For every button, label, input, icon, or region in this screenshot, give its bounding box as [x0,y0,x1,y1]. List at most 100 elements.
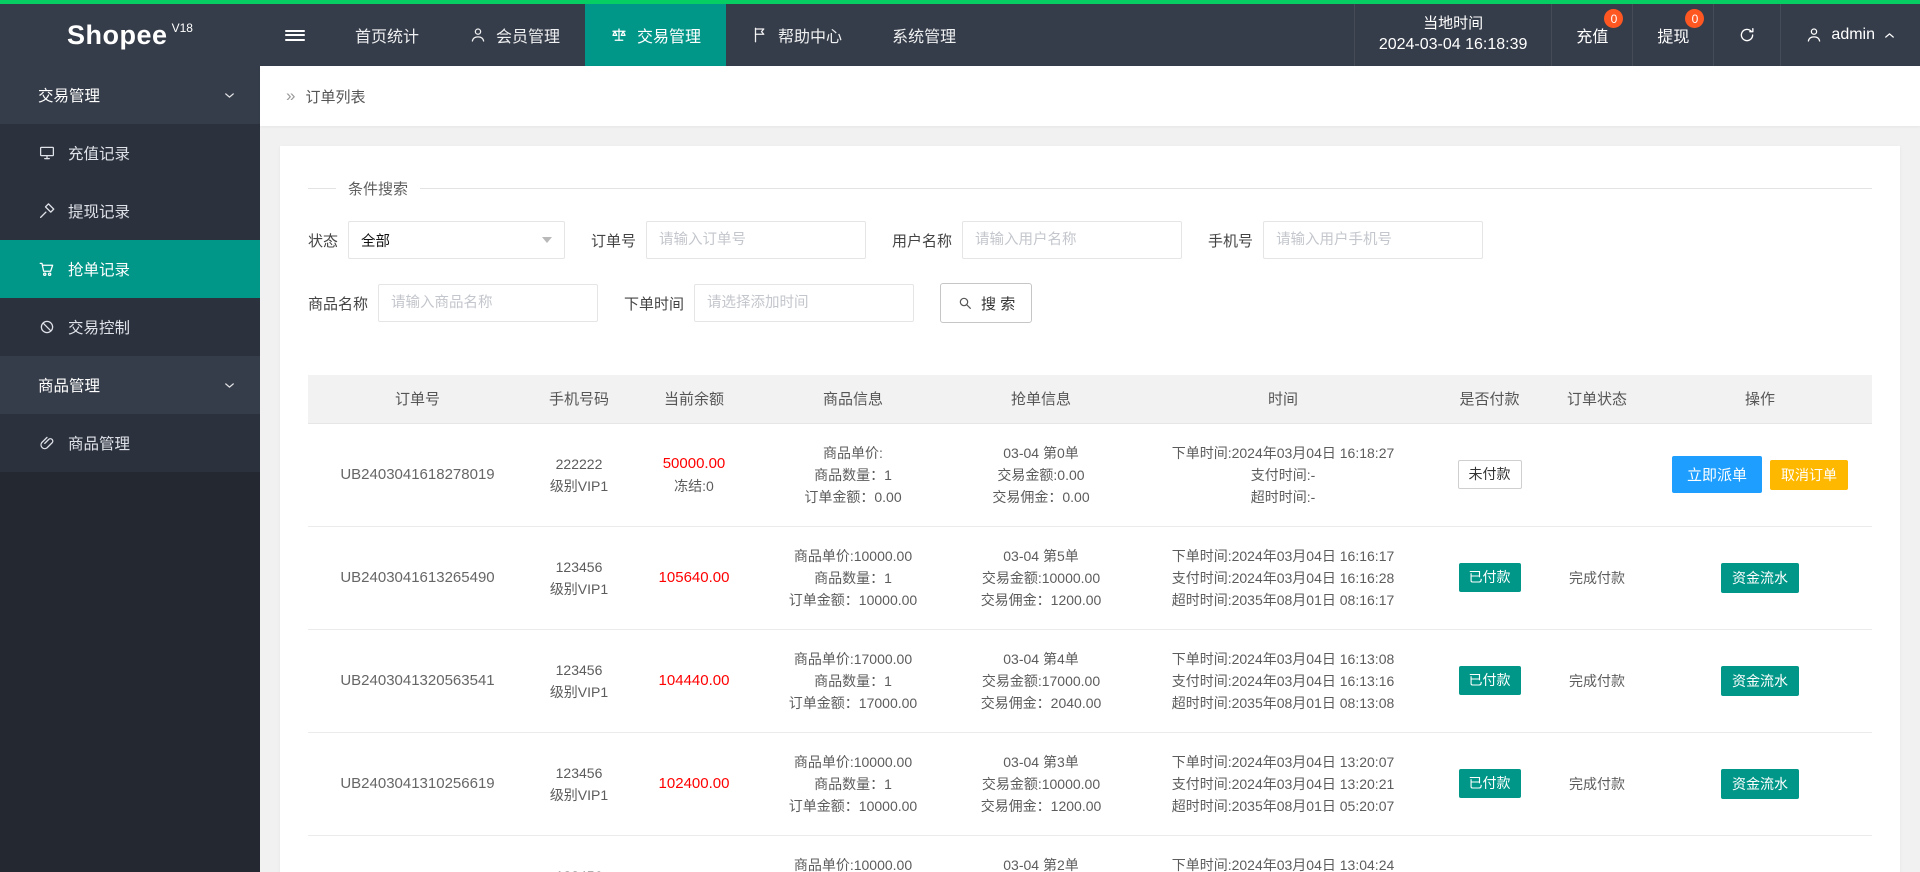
product-line: 订单金额：10000.00 [763,795,943,817]
time-line: 支付时间:- [1139,464,1427,486]
cancel-order-button[interactable]: 取消订单 [1770,460,1848,490]
page-title: 订单列表 [305,86,365,107]
product-line: 商品数量：1 [763,567,943,589]
user-name-group: 用户名称 [892,221,1182,259]
nav-item-help-center[interactable]: 帮助中心 [726,4,867,66]
chevron-down-icon [223,379,236,392]
user-icon [469,26,487,44]
sidebar: 交易管理 充值记录 提现记录 抢单记录 交易控制 商品管理 商品管理 [0,66,260,872]
orders-table: 订单号 手机号码 当前余额 商品信息 抢单信息 时间 是否付款 订单状态 操作 [308,375,1872,872]
order-no-input[interactable] [646,221,866,259]
nav-item-members[interactable]: 会员管理 [444,4,585,66]
withdraw-button[interactable]: 提现 0 [1632,4,1713,66]
product-name-input[interactable] [378,284,598,322]
menu-toggle-button[interactable] [260,4,330,66]
col-product-info: 商品信息 [757,375,949,423]
nav-item-trade[interactable]: 交易管理 [585,4,726,66]
search-button-label: 搜 索 [981,293,1015,314]
brand-logo: Shopee V18 [0,4,260,66]
time-line: 下单时间:2024年03月04日 16:18:27 [1139,442,1427,464]
grab-line: 03-04 第3单 [955,751,1127,773]
time-line: 超时时间:- [1139,486,1427,508]
time-line: 下单时间:2024年03月04日 16:16:17 [1139,545,1427,567]
product-line: 订单金额：10000.00 [763,589,943,611]
col-order-no: 订单号 [308,375,527,423]
search-button[interactable]: 搜 索 [940,283,1032,323]
sidebar-item-label: 交易控制 [68,316,130,338]
fund-flow-button[interactable]: 资金流水 [1721,563,1799,593]
table-header-row: 订单号 手机号码 当前余额 商品信息 抢单信息 时间 是否付款 订单状态 操作 [308,375,1872,423]
table-row: UB2403041320563541 123456 级别VIP1 104440.… [308,629,1872,732]
phone-group: 手机号 [1208,221,1483,259]
product-line: 商品单价:10000.00 [763,854,943,872]
phone-label: 手机号 [1208,230,1253,251]
sidebar-item-trade-control[interactable]: 交易控制 [0,298,260,356]
chevron-up-icon [1883,29,1896,42]
product-name-group: 商品名称 [308,284,598,322]
search-icon [957,295,973,311]
fund-flow-button[interactable]: 资金流水 [1721,666,1799,696]
sidebar-item-product-management[interactable]: 商品管理 [0,414,260,472]
fund-flow-button[interactable]: 资金流水 [1721,769,1799,799]
phone-number: 222222 [533,453,625,475]
recharge-button[interactable]: 充值 0 [1551,4,1632,66]
pay-status-badge: 已付款 [1459,769,1521,798]
sidebar-item-grab-records[interactable]: 抢单记录 [0,240,260,298]
chevron-down-icon [223,89,236,102]
control-icon [38,318,56,336]
username: admin [1831,26,1875,44]
phone-number: 123456 [533,556,625,578]
phone-number: 123456 [533,762,625,784]
col-order-status: 订单状态 [1546,375,1648,423]
table-row: UB2403041618278019 222222 级别VIP1 50000.0… [308,423,1872,526]
brand-name: Shopee [67,20,168,51]
nav-label: 帮助中心 [778,23,842,47]
user-level: 级别VIP1 [533,578,625,600]
sidebar-group-label: 商品管理 [38,374,100,396]
dispatch-button[interactable]: 立即派单 [1672,456,1762,493]
col-grab-info: 抢单信息 [949,375,1133,423]
sidebar-item-withdraw-records[interactable]: 提现记录 [0,182,260,240]
product-line: 订单金额：17000.00 [763,692,943,714]
row-actions: 资金流水 [1654,563,1866,593]
pay-status-badge: 已付款 [1459,666,1521,695]
status-group: 状态 全部 [308,221,565,259]
grab-line: 03-04 第5单 [955,545,1127,567]
local-time-value: 2024-03-04 16:18:39 [1379,34,1528,56]
time-line: 超时时间:2035年08月01日 08:13:08 [1139,692,1427,714]
order-status: 完成付款 [1569,570,1625,586]
time-line: 支付时间:2024年03月04日 16:13:16 [1139,670,1427,692]
order-number: UB2403041613265490 [340,569,494,586]
grab-line: 交易金额:10000.00 [955,773,1127,795]
time-line: 支付时间:2024年03月04日 16:16:28 [1139,567,1427,589]
sidebar-group-trade[interactable]: 交易管理 [0,66,260,124]
phone-number: 123456 [533,865,625,872]
nav-item-home-stats[interactable]: 首页统计 [330,4,444,66]
frozen-amount: 冻结:0 [637,475,751,497]
col-paid: 是否付款 [1433,375,1546,423]
flag-icon [751,26,769,44]
grab-line: 交易佣金：1200.00 [955,589,1127,611]
status-select[interactable]: 全部 [348,221,565,259]
nav-item-system[interactable]: 系统管理 [867,4,981,66]
pay-status-badge: 已付款 [1459,563,1521,592]
order-time-input[interactable] [694,284,914,322]
product-line: 订单金额：0.00 [763,486,943,508]
user-name-input[interactable] [962,221,1182,259]
product-line: 商品单价:10000.00 [763,751,943,773]
grab-line: 03-04 第2单 [955,854,1127,872]
sidebar-item-label: 商品管理 [68,432,130,454]
row-actions: 资金流水 [1654,666,1866,696]
user-level: 级别VIP1 [533,784,625,806]
refresh-button[interactable] [1713,4,1780,66]
pay-status-badge: 未付款 [1458,460,1522,489]
sidebar-item-recharge-records[interactable]: 充值记录 [0,124,260,182]
paperclip-icon [38,434,56,452]
grab-line: 交易佣金：1200.00 [955,795,1127,817]
user-menu[interactable]: admin [1780,4,1920,66]
search-fieldset: 条件搜索 [308,188,1872,189]
sidebar-group-products[interactable]: 商品管理 [0,356,260,414]
sidebar-item-label: 抢单记录 [68,258,130,280]
phone-input[interactable] [1263,221,1483,259]
hammer-icon [38,202,56,220]
